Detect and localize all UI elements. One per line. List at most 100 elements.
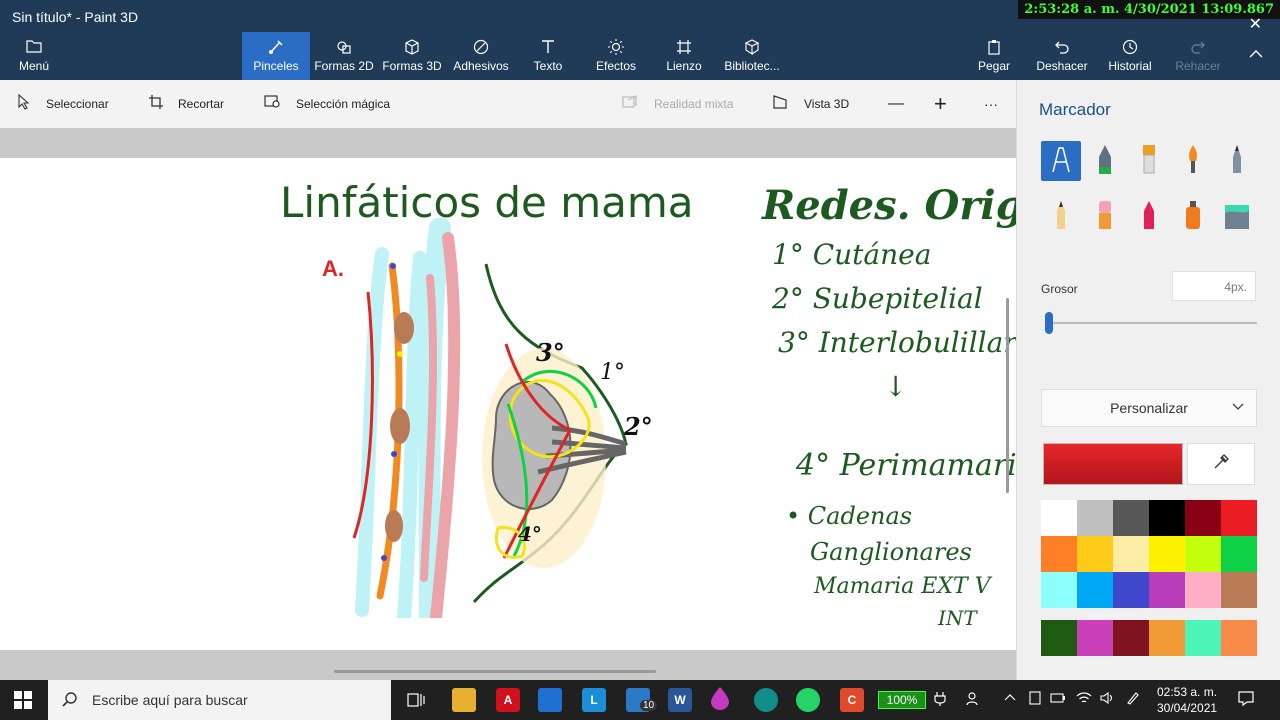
thickness-input[interactable]: 4px. xyxy=(1172,271,1256,301)
label-1st: 1° xyxy=(600,360,625,385)
store-icon[interactable] xyxy=(538,688,562,712)
spray-can-brush[interactable] xyxy=(1173,197,1213,237)
taskbar-clock[interactable]: 02:53 a. m. 30/04/2021 xyxy=(1157,684,1217,716)
canvas-icon xyxy=(676,39,692,59)
windows-start-icon[interactable] xyxy=(14,691,32,714)
more-button[interactable]: ··· xyxy=(984,80,998,128)
redo-button[interactable]: Rehacer xyxy=(1174,32,1222,80)
people-icon[interactable] xyxy=(966,691,982,710)
undo-button[interactable]: Deshacer xyxy=(1034,32,1090,80)
marker-brush[interactable] xyxy=(1041,141,1081,181)
history-icon xyxy=(1122,39,1138,59)
customize-dropdown[interactable]: Personalizar xyxy=(1041,389,1257,427)
color-swatch[interactable] xyxy=(1149,572,1185,608)
mixed-reality-tool[interactable]: Realidad mixta xyxy=(622,80,733,128)
color-swatch[interactable] xyxy=(1221,536,1257,572)
app-c-icon[interactable]: C xyxy=(840,688,864,712)
crop-label: Recortar xyxy=(178,97,225,111)
color-swatch[interactable] xyxy=(1041,536,1077,572)
color-swatch[interactable] xyxy=(1041,572,1077,608)
vertical-scrollbar[interactable] xyxy=(1006,298,1009,493)
notification-icon[interactable] xyxy=(1238,690,1254,710)
crayon-brush[interactable] xyxy=(1129,197,1169,237)
custom-color-palette xyxy=(1041,620,1257,656)
device-icon[interactable] xyxy=(1028,691,1042,708)
task-view-icon[interactable] xyxy=(404,688,428,712)
wifi-icon[interactable] xyxy=(1076,691,1092,708)
color-swatch[interactable] xyxy=(1185,572,1221,608)
current-color-swatch[interactable] xyxy=(1043,443,1183,485)
color-swatch[interactable] xyxy=(1077,572,1113,608)
color-swatch[interactable] xyxy=(1113,572,1149,608)
tab-shapes-3d[interactable]: Formas 3D xyxy=(380,32,444,80)
color-swatch[interactable] xyxy=(1221,572,1257,608)
watercolor-brush[interactable] xyxy=(1173,141,1213,181)
tab-stickers[interactable]: Adhesivos xyxy=(450,32,512,80)
thickness-slider-thumb[interactable] xyxy=(1045,312,1053,334)
horizontal-scrollbar[interactable] xyxy=(334,670,656,673)
color-swatch[interactable] xyxy=(1113,500,1149,536)
notes-line-7: INT xyxy=(938,606,977,630)
color-swatch[interactable] xyxy=(1221,620,1257,656)
calligraphy-pen-brush[interactable] xyxy=(1085,141,1125,181)
color-swatch[interactable] xyxy=(1185,500,1221,536)
fill-bucket-icon xyxy=(1223,199,1251,236)
file-explorer-icon[interactable] xyxy=(452,688,476,712)
plus-icon: + xyxy=(934,91,947,116)
select-tool[interactable]: Seleccionar xyxy=(18,80,109,128)
color-swatch[interactable] xyxy=(1149,500,1185,536)
eyedropper-button[interactable] xyxy=(1187,443,1255,485)
zoom-in-button[interactable]: + xyxy=(934,80,947,128)
collapse-ribbon-button[interactable] xyxy=(1242,32,1270,80)
canvas-area: Linfáticos de mama A. 3° 1° 2° 4° Redes.… xyxy=(0,128,1016,680)
color-swatch[interactable] xyxy=(1149,620,1185,656)
color-swatch[interactable] xyxy=(1077,500,1113,536)
acrobat-icon[interactable]: A xyxy=(496,688,520,712)
color-swatch[interactable] xyxy=(1113,620,1149,656)
color-swatch[interactable] xyxy=(1041,620,1077,656)
magic-select-tool[interactable]: Selección mágica xyxy=(264,80,390,128)
sun-icon xyxy=(608,39,624,59)
tab-brushes[interactable]: Pinceles xyxy=(242,32,310,80)
oil-brush-icon xyxy=(1139,143,1159,180)
thickness-slider-track[interactable] xyxy=(1049,322,1257,324)
color-swatch[interactable] xyxy=(1077,620,1113,656)
battery-icon[interactable] xyxy=(1050,691,1066,707)
drawing-canvas[interactable]: Linfáticos de mama A. 3° 1° 2° 4° Redes.… xyxy=(0,158,1016,650)
history-button[interactable]: Historial xyxy=(1104,32,1156,80)
menu-button[interactable]: Menú xyxy=(12,32,56,80)
color-swatch[interactable] xyxy=(1185,620,1221,656)
color-swatch[interactable] xyxy=(1149,536,1185,572)
paint-3d-icon[interactable] xyxy=(708,686,732,710)
oil-brush[interactable] xyxy=(1129,141,1169,181)
word-icon[interactable]: W xyxy=(668,688,692,712)
pencil-brush[interactable] xyxy=(1041,197,1081,237)
pen-icon[interactable] xyxy=(1126,691,1140,708)
volume-icon[interactable] xyxy=(1100,691,1116,708)
whatsapp-icon[interactable] xyxy=(796,688,820,712)
color-swatch[interactable] xyxy=(1041,500,1077,536)
tab-text[interactable]: Texto xyxy=(522,32,574,80)
view-3d-tool[interactable]: Vista 3D xyxy=(772,80,849,128)
zoom-out-button[interactable]: — xyxy=(888,80,904,128)
crop-tool[interactable]: Recortar xyxy=(148,80,224,128)
paste-button[interactable]: Pegar xyxy=(974,32,1014,80)
edge-icon[interactable] xyxy=(754,688,778,712)
color-swatch[interactable] xyxy=(1221,500,1257,536)
taskbar-search[interactable]: Escribe aquí para buscar xyxy=(48,680,391,720)
fill-brush[interactable] xyxy=(1217,197,1257,237)
color-swatch[interactable] xyxy=(1077,536,1113,572)
eraser-brush[interactable] xyxy=(1085,197,1125,237)
color-swatch[interactable] xyxy=(1113,536,1149,572)
menu-label: Menú xyxy=(18,59,50,73)
pixel-pen-brush[interactable] xyxy=(1217,141,1257,181)
undo-label: Deshacer xyxy=(1036,59,1088,73)
chevron-up-icon[interactable] xyxy=(1004,691,1016,707)
l-app-icon[interactable]: L xyxy=(582,688,606,712)
close-icon[interactable]: ✕ xyxy=(1249,14,1262,34)
tab-effects[interactable]: Efectos xyxy=(590,32,642,80)
tab-library[interactable]: Bibliotec... xyxy=(722,32,782,80)
tab-shapes-2d[interactable]: Formas 2D xyxy=(312,32,376,80)
tab-canvas[interactable]: Lienzo xyxy=(660,32,708,80)
color-swatch[interactable] xyxy=(1185,536,1221,572)
